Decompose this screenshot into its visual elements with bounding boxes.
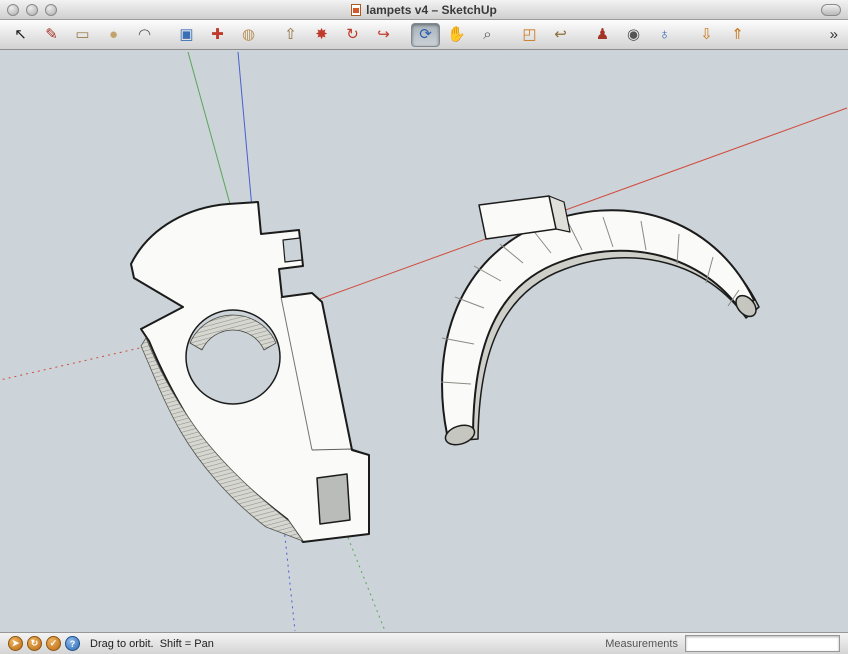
toolbar-tools: ↖ ✎ ▭ ● ◠ ▣ ✚ ◍ ⇧ ✸ ↻ ↪ ⟳ ✋ ⌕ ◰ ↩ ♟ ◉ ♁ ⇩ ⇑	[6, 23, 752, 47]
line-tool-button[interactable]: ✎	[37, 23, 66, 47]
toolbar-separator	[577, 25, 586, 45]
pan-tool-button[interactable]: ✋	[442, 23, 471, 47]
walk-tool-button[interactable]: ♟	[588, 23, 617, 47]
clamp-notch-hole	[283, 238, 302, 262]
arc-icon: ◠	[138, 27, 151, 42]
rectangle-tool-button[interactable]: ▭	[68, 23, 97, 47]
status-badge-3-icon: ✓	[50, 638, 58, 649]
get-models-icon: ⇩	[700, 27, 713, 42]
move-tool-button[interactable]: ✚	[203, 23, 232, 47]
status-badge-1-button[interactable]: ➤	[8, 636, 23, 651]
document-icon	[351, 4, 361, 16]
status-badge-2-button[interactable]: ↻	[27, 636, 42, 651]
share-model-icon: ⇑	[731, 27, 744, 42]
measurements-label: Measurements	[605, 638, 678, 650]
google-earth-icon: ♁	[659, 27, 670, 42]
paint-bucket-icon: ◍	[242, 27, 255, 42]
model-hook-part[interactable]	[441, 196, 760, 448]
measurements-input[interactable]	[685, 635, 840, 652]
measurements-area: Measurements	[605, 635, 840, 652]
previous-view-icon: ↩	[554, 27, 567, 42]
help-icon: ?	[70, 639, 76, 649]
status-bar: ➤ ↻ ✓? Drag to orbit. Shift = Pan Measurem…	[0, 632, 848, 654]
circle-tool-button[interactable]: ●	[99, 23, 128, 47]
window-controls	[7, 4, 57, 16]
follow-me-icon: ✸	[315, 27, 328, 42]
rectangle-icon: ▭	[75, 27, 89, 42]
toolbar-separator	[681, 25, 690, 45]
google-earth-tool-button[interactable]: ♁	[650, 23, 679, 47]
toolbar-toggle-button[interactable]	[821, 4, 841, 16]
status-badge-3-button[interactable]: ✓	[46, 636, 61, 651]
follow-me-tool-button[interactable]: ✸	[307, 23, 336, 47]
minimize-button[interactable]	[26, 4, 38, 16]
rotate-tool-button[interactable]: ↻	[338, 23, 367, 47]
sketchup-window: lampets v4 – SketchUp ↖ ✎ ▭ ● ◠ ▣ ✚ ◍ ⇧ ✸ ↻ ↪ ⟳ ✋ ⌕ ◰ ↩ ♟…	[0, 0, 848, 654]
make-component-icon: ▣	[179, 27, 193, 42]
push-pull-tool-button[interactable]: ⇧	[276, 23, 305, 47]
close-button[interactable]	[7, 4, 19, 16]
move-icon: ✚	[211, 27, 224, 42]
zoom-extents-tool-button[interactable]: ◰	[515, 23, 544, 47]
select-icon: ↖	[14, 27, 27, 42]
status-hint: Drag to orbit. Shift = Pan	[90, 638, 214, 650]
toolbar-overflow-button[interactable]: »	[826, 26, 842, 43]
circle-icon: ●	[109, 27, 118, 42]
viewport[interactable]	[0, 50, 848, 632]
toolbar-separator	[400, 25, 409, 45]
status-badge-2-icon: ↻	[31, 638, 39, 649]
title-bar: lampets v4 – SketchUp	[0, 0, 848, 20]
get-models-tool-button[interactable]: ⇩	[692, 23, 721, 47]
drawing-axes	[0, 52, 847, 631]
toolbar-separator	[265, 25, 274, 45]
paint-bucket-tool-button[interactable]: ◍	[234, 23, 263, 47]
previous-view-tool-button[interactable]: ↩	[546, 23, 575, 47]
zoom-button[interactable]	[45, 4, 57, 16]
hook-top-face	[442, 210, 754, 434]
pan-icon: ✋	[447, 27, 466, 42]
walk-icon: ♟	[596, 27, 609, 42]
orbit-icon: ⟳	[419, 27, 432, 42]
clamp-foot-hole	[317, 474, 350, 524]
window-title-area: lampets v4 – SketchUp	[0, 0, 848, 19]
look-around-tool-button[interactable]: ◉	[619, 23, 648, 47]
toolbar-separator	[161, 25, 170, 45]
zoom-extents-icon: ◰	[522, 27, 536, 42]
help-button[interactable]: ?	[65, 636, 80, 651]
make-component-tool-button[interactable]: ▣	[172, 23, 201, 47]
rotate-icon: ↻	[346, 27, 359, 42]
share-model-tool-button[interactable]: ⇑	[723, 23, 752, 47]
window-title: lampets v4 – SketchUp	[366, 3, 497, 17]
model-clamp-part[interactable]	[131, 202, 369, 542]
toolbar-separator	[504, 25, 513, 45]
offset-tool-button[interactable]: ↪	[369, 23, 398, 47]
status-badge-1-icon: ➤	[12, 638, 20, 649]
offset-icon: ↪	[377, 27, 390, 42]
orbit-tool-button[interactable]: ⟳	[411, 23, 440, 47]
zoom-tool-button[interactable]: ⌕	[473, 23, 502, 47]
push-pull-icon: ⇧	[284, 27, 297, 42]
status-buttons: ➤ ↻ ✓?	[8, 636, 80, 651]
arc-tool-button[interactable]: ◠	[130, 23, 159, 47]
viewport-canvas[interactable]	[0, 50, 848, 632]
line-icon: ✎	[45, 27, 58, 42]
select-tool-button[interactable]: ↖	[6, 23, 35, 47]
zoom-icon: ⌕	[483, 27, 491, 42]
look-around-icon: ◉	[627, 27, 640, 42]
toolbar: ↖ ✎ ▭ ● ◠ ▣ ✚ ◍ ⇧ ✸ ↻ ↪ ⟳ ✋ ⌕ ◰ ↩ ♟ ◉ ♁ ⇩ ⇑ »	[0, 20, 848, 50]
